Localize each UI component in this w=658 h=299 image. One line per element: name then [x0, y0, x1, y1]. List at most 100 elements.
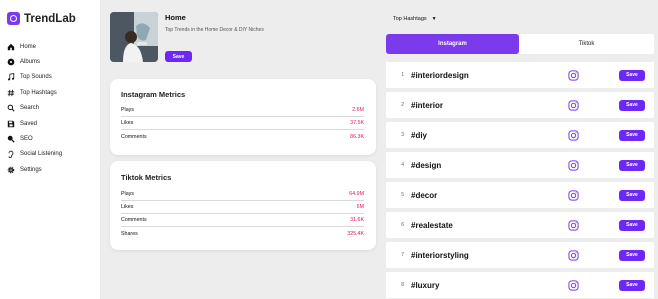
instagram-icon[interactable] [568, 99, 579, 111]
page-subtitle: Top Trends in the Home Decor & DIY Niche… [165, 27, 264, 33]
metric-label: Comments [121, 133, 147, 140]
metric-row-shares: Shares 325.4K [121, 227, 364, 240]
seo-search-icon [6, 135, 15, 144]
sidebar-item-label: Settings [20, 166, 42, 173]
metric-label: Comments [121, 217, 147, 223]
dropdown-label: Top Hashtags [393, 16, 427, 22]
hashtag-name: #interior [411, 100, 444, 110]
hashtag-save-button[interactable]: Save [619, 219, 645, 231]
metric-value: 325.4K [347, 230, 364, 237]
sidebar-item-label: Saved [20, 120, 38, 127]
hashtag-rank: 3 [401, 132, 404, 138]
metric-label: Likes [121, 120, 134, 126]
gear-icon [6, 165, 15, 174]
instagram-icon[interactable] [568, 189, 579, 201]
hashtag-save-button[interactable]: Save [619, 99, 645, 111]
tab-instagram[interactable]: Instagram [386, 34, 519, 54]
hashtag-rank: 1 [401, 72, 404, 78]
home-cover-image [110, 12, 158, 62]
hashtag-save-button[interactable]: Save [619, 69, 645, 81]
hashtag-name: #luxury [411, 280, 440, 290]
hashtag-save-button[interactable]: Save [619, 189, 645, 201]
hashtag-rank: 6 [401, 222, 404, 228]
home-icon [6, 42, 15, 51]
metric-row-comments: Comments 86.3K [121, 130, 364, 143]
instagram-icon[interactable] [568, 249, 579, 261]
hashtag-row: 5 #decor Save [386, 182, 654, 208]
metric-value: 6M [356, 204, 364, 210]
instagram-metrics-title: Instagram Metrics [121, 90, 186, 99]
metric-label: Likes [121, 204, 134, 210]
instagram-icon[interactable] [568, 159, 579, 171]
instagram-icon[interactable] [568, 219, 579, 231]
hashtag-row: 2 #interior Save [386, 92, 654, 118]
page-title: Home [165, 13, 186, 22]
hashtag-icon [6, 88, 15, 97]
metric-row-plays: Plays 2.6M [121, 104, 364, 117]
platform-tabs: Instagram Tiktok [386, 34, 654, 54]
search-icon [6, 104, 15, 113]
hashtag-rank: 5 [401, 192, 404, 198]
brand[interactable]: TrendLab [7, 12, 76, 25]
hashtag-name: #decor [411, 190, 438, 200]
hashtag-row: 6 #realestate Save [386, 212, 654, 238]
home-save-button[interactable]: Save [165, 51, 192, 62]
metric-value: 64.9M [349, 191, 364, 197]
hashtag-row: 8 #luxury Save [386, 272, 654, 298]
metric-value: 37.5K [350, 120, 364, 126]
tiktok-metrics-card: Tiktok Metrics Plays 64.9M Likes 6M Comm… [110, 161, 376, 250]
sidebar-item-saved[interactable]: Saved [6, 116, 62, 131]
hashtag-rank: 4 [401, 162, 404, 168]
hashtag-row: 7 #interiorstyling Save [386, 242, 654, 268]
metric-row-plays: Plays 64.9M [121, 188, 364, 201]
sidebar-item-home[interactable]: Home [6, 39, 62, 54]
sidebar-item-top-hashtags[interactable]: Top Hashtags [6, 85, 62, 100]
sidebar-item-settings[interactable]: Settings [6, 162, 62, 177]
tab-tiktok[interactable]: Tiktok [519, 34, 654, 54]
instagram-icon[interactable] [568, 129, 579, 141]
instagram-metrics-card: Instagram Metrics Plays 2.6M Likes 37.5K… [110, 79, 376, 155]
sidebar-nav: Home Albums Top Sounds Top Hashtags Sear… [6, 39, 62, 178]
sidebar-item-label: Search [20, 105, 40, 112]
albums-icon [6, 58, 15, 67]
hashtag-rank: 2 [401, 102, 404, 108]
metric-value: 2.6M [352, 107, 364, 113]
hashtag-type-dropdown[interactable]: Top Hashtags ▼ [393, 16, 437, 22]
sidebar-item-social-listening[interactable]: Social Listening [6, 147, 62, 162]
social-listening-icon [6, 150, 15, 159]
save-icon [6, 119, 15, 128]
brand-name: TrendLab [24, 12, 76, 25]
hashtag-name: #diy [411, 130, 428, 140]
music-note-icon [6, 73, 15, 82]
sidebar: TrendLab Home Albums Top Sounds Top Hash… [0, 0, 101, 299]
sidebar-item-seo[interactable]: SEO [6, 131, 62, 146]
hashtag-name: #interiorstyling [411, 250, 469, 260]
sidebar-item-albums[interactable]: Albums [6, 54, 62, 69]
instagram-icon[interactable] [568, 279, 579, 291]
tiktok-metrics-title: Tiktok Metrics [121, 173, 172, 182]
metric-label: Plays [121, 191, 134, 197]
hashtag-save-button[interactable]: Save [619, 159, 645, 171]
metric-label: Plays [121, 107, 134, 113]
sidebar-item-search[interactable]: Search [6, 101, 62, 116]
hashtag-save-button[interactable]: Save [619, 249, 645, 261]
sidebar-item-label: Albums [20, 59, 41, 66]
caret-down-icon: ▼ [431, 16, 437, 22]
metric-value: 31.6K [350, 217, 364, 223]
metric-row-likes: Likes 6M [121, 201, 364, 214]
hashtag-save-button[interactable]: Save [619, 129, 645, 141]
hashtag-rank: 7 [401, 252, 404, 258]
sidebar-item-label: Top Sounds [20, 74, 52, 81]
instagram-icon[interactable] [568, 69, 579, 81]
hashtag-row: 3 #diy Save [386, 122, 654, 148]
hashtag-row: 1 #interiordesign Save [386, 62, 654, 88]
metric-label: Shares [121, 230, 138, 237]
sidebar-item-label: Top Hashtags [20, 89, 57, 96]
hashtag-save-button[interactable]: Save [619, 279, 645, 291]
hashtag-name: #design [411, 160, 442, 170]
sidebar-item-label: Home [20, 43, 37, 50]
hashtag-name: #realestate [411, 220, 453, 230]
hashtag-name: #interiordesign [411, 70, 469, 80]
sidebar-item-top-sounds[interactable]: Top Sounds [6, 70, 62, 85]
sidebar-item-label: SEO [20, 136, 33, 143]
